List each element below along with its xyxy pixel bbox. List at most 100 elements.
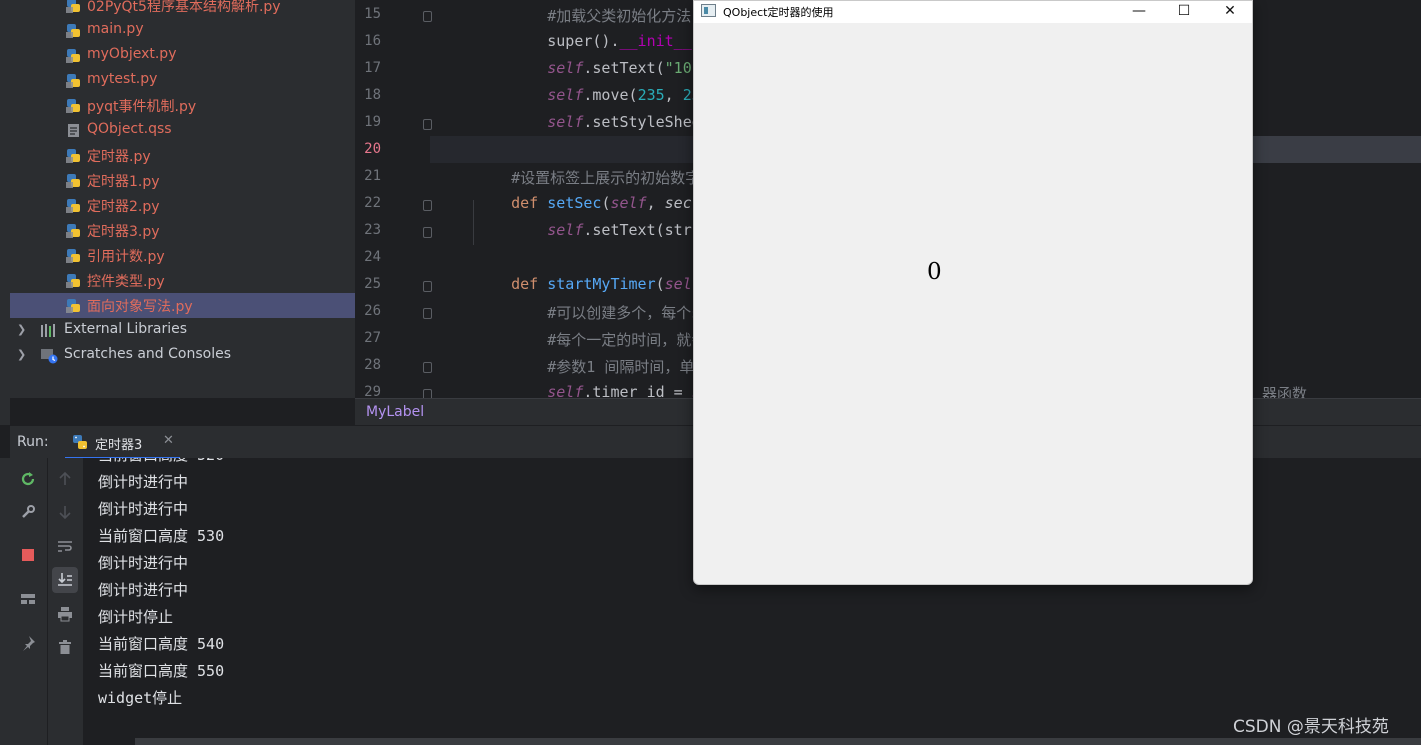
console-line: 当前窗口高度 550 xyxy=(98,662,225,680)
code-token: self xyxy=(547,59,584,77)
stop-icon[interactable] xyxy=(15,542,41,568)
tree-file-item[interactable]: myObjext.py xyxy=(10,43,355,68)
tree-file-item[interactable]: QObject.qss xyxy=(10,118,355,143)
code-token: .setText( xyxy=(583,221,665,239)
python-file-icon xyxy=(66,148,81,163)
python-file-icon xyxy=(66,198,81,213)
tree-file-item[interactable]: 引用计数.py xyxy=(10,243,355,268)
trash-icon[interactable] xyxy=(52,634,78,660)
maximize-button[interactable]: ☐ xyxy=(1161,1,1207,23)
code-token: def xyxy=(511,275,548,293)
tree-file-item[interactable]: main.py xyxy=(10,18,355,43)
python-file-icon xyxy=(66,0,81,13)
indent-guide xyxy=(473,200,474,245)
fold-marker-icon[interactable] xyxy=(423,119,432,130)
code-line: #参数1 间隔时间，单位毫 xyxy=(475,356,724,383)
text-file-icon xyxy=(66,123,81,138)
tree-file-item[interactable]: 控件类型.py xyxy=(10,268,355,293)
code-token: #加载父类初始化方法 xyxy=(547,7,692,25)
tree-file-item[interactable]: 定时器.py xyxy=(10,143,355,168)
tree-file-label: mytest.py xyxy=(87,71,158,87)
close-button[interactable]: ✕ xyxy=(1207,1,1253,23)
left-tool-strip-bottom xyxy=(0,458,10,745)
layout-icon[interactable] xyxy=(15,586,41,612)
chevron-right-icon[interactable]: ❯ xyxy=(17,348,26,361)
code-token: .setText( xyxy=(583,59,665,77)
qt-window-titlebar[interactable]: QObject定时器的使用 — ☐ ✕ xyxy=(694,1,1252,23)
soft-wrap-icon[interactable] xyxy=(52,534,78,560)
console-line: 倒计时进行中 xyxy=(98,500,189,518)
arrow-down-icon[interactable] xyxy=(52,499,78,525)
code-token: __init__ xyxy=(619,32,692,50)
run-tab-label: 定时器3 xyxy=(95,438,143,453)
tree-file-label: myObjext.py xyxy=(87,46,177,62)
line-number: 29 xyxy=(364,384,381,398)
rerun-icon[interactable] xyxy=(15,466,41,492)
fold-marker-icon[interactable] xyxy=(423,389,432,398)
tree-file-item[interactable]: 定时器2.py xyxy=(10,193,355,218)
qt-app-window[interactable]: QObject定时器的使用 — ☐ ✕ 0 xyxy=(693,0,1253,585)
console-line: 倒计时停止 xyxy=(98,608,174,626)
tree-file-item[interactable]: 定时器3.py xyxy=(10,218,355,243)
tree-file-label: 02PyQt5程序基本结构解析.py xyxy=(87,0,281,15)
console-line: 倒计时进行中 xyxy=(98,581,189,599)
tree-file-label: main.py xyxy=(87,21,144,37)
fold-marker-icon[interactable] xyxy=(423,200,432,211)
python-file-icon xyxy=(66,23,81,38)
run-tab[interactable]: 定时器3 ✕ xyxy=(65,426,180,459)
line-number: 22 xyxy=(364,195,381,211)
python-file-icon xyxy=(66,248,81,263)
python-icon xyxy=(72,434,88,450)
tree-group-item[interactable]: ❯ Scratches and Consoles xyxy=(10,343,355,368)
run-toolbar-secondary xyxy=(47,458,83,745)
fold-marker-icon[interactable] xyxy=(423,281,432,292)
fold-marker-icon[interactable] xyxy=(423,11,432,22)
code-token: .move( xyxy=(583,86,638,104)
tree-group-label: External Libraries xyxy=(64,321,187,337)
tree-file-label: 面向对象写法.py xyxy=(87,299,193,315)
tree-file-item[interactable]: pyqt事件机制.py xyxy=(10,93,355,118)
tree-group-item[interactable]: ❯ External Libraries xyxy=(10,318,355,343)
line-number: 24 xyxy=(364,249,381,265)
tree-file-label: 控件类型.py xyxy=(87,274,165,290)
minimize-button[interactable]: — xyxy=(1116,1,1162,23)
scratches-icon xyxy=(40,348,58,364)
code-token: , xyxy=(664,86,683,104)
tree-file-label: 定时器2.py xyxy=(87,199,160,215)
code-token: 235 xyxy=(637,86,665,104)
print-icon[interactable] xyxy=(52,601,78,627)
close-icon[interactable]: ✕ xyxy=(163,433,174,448)
scroll-to-end-icon[interactable] xyxy=(52,567,78,593)
tree-file-item[interactable]: mytest.py xyxy=(10,68,355,93)
current-line-highlight-right xyxy=(1253,136,1421,163)
chevron-right-icon[interactable]: ❯ xyxy=(17,323,26,336)
fold-marker-icon[interactable] xyxy=(423,227,432,238)
line-number: 26 xyxy=(364,303,381,319)
line-number: 28 xyxy=(364,357,381,373)
arrow-up-icon[interactable] xyxy=(52,466,78,492)
window-app-icon xyxy=(701,4,716,17)
horizontal-scrollbar[interactable] xyxy=(135,738,1421,745)
line-number: 23 xyxy=(364,222,381,238)
line-number: 16 xyxy=(364,33,381,49)
code-line: #加载父类初始化方法 xyxy=(475,5,691,32)
code-token: self xyxy=(547,221,584,239)
watermark-text: CSDN @景天科技苑 xyxy=(1233,717,1389,737)
tree-file-item[interactable]: 定时器1.py xyxy=(10,168,355,193)
pin-icon[interactable] xyxy=(15,630,41,656)
tree-file-item[interactable]: 面向对象写法.py xyxy=(10,293,355,318)
wrench-icon[interactable] xyxy=(15,499,41,525)
console-line: 当前窗口高度 530 xyxy=(98,527,225,545)
tree-file-item[interactable]: 02PyQt5程序基本结构解析.py xyxy=(10,0,355,18)
code-token: str xyxy=(664,221,692,239)
code-line: #设置标签上展示的初始数字 xyxy=(475,167,700,194)
code-token: self xyxy=(547,86,584,104)
fold-marker-icon[interactable] xyxy=(423,362,432,373)
breadcrumb-item[interactable]: MyLabel xyxy=(366,404,424,420)
fold-marker-icon[interactable] xyxy=(423,308,432,319)
code-token: def xyxy=(511,194,548,212)
line-number: 17 xyxy=(364,60,381,76)
